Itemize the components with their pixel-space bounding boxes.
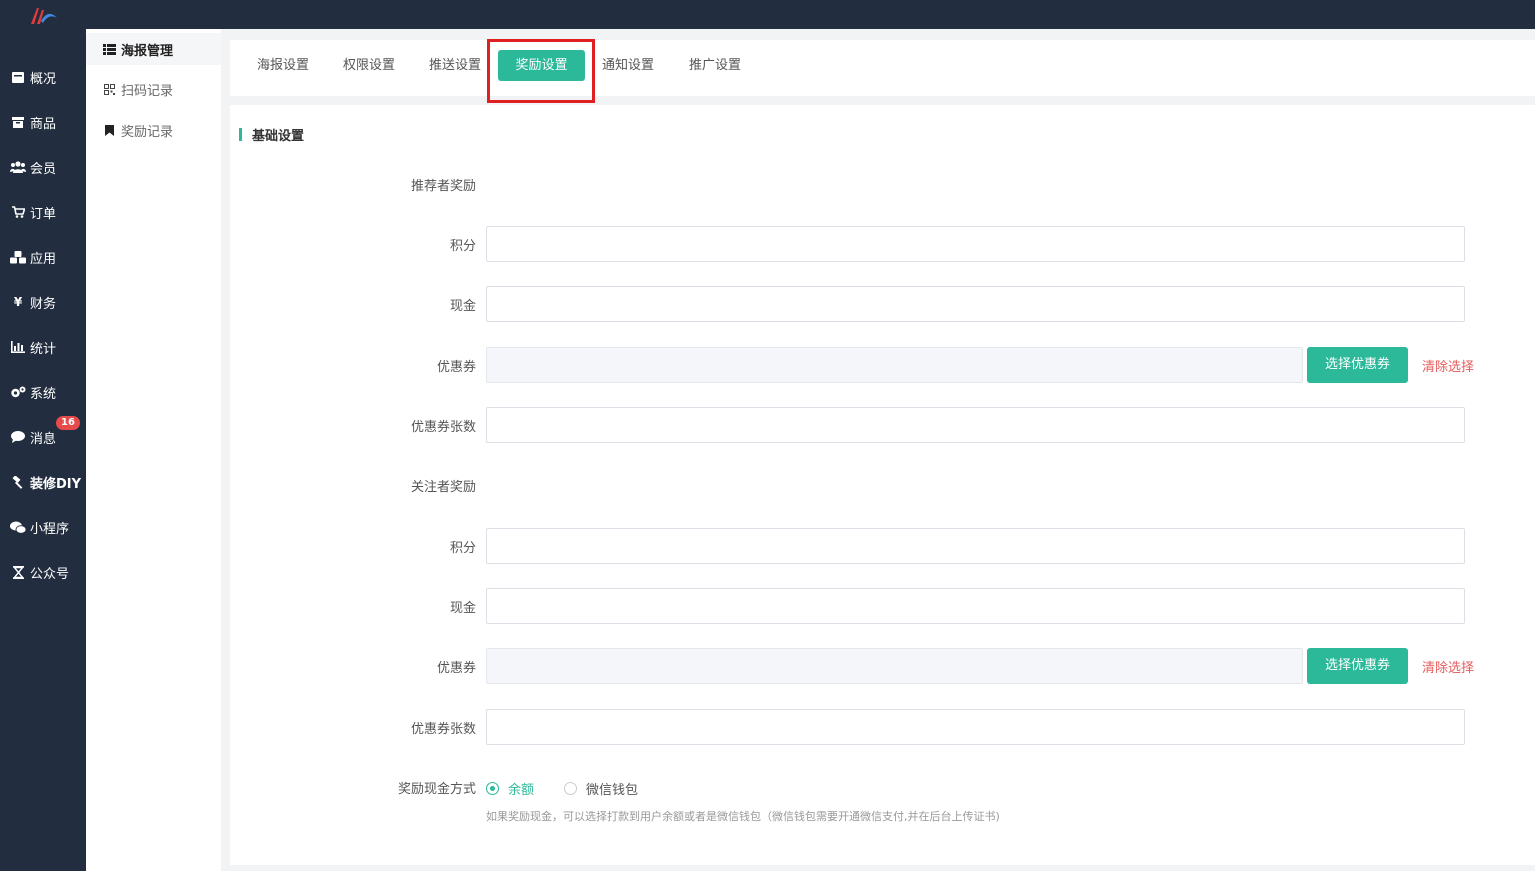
cash-method-wechat-wallet-radio[interactable]: 微信钱包	[564, 779, 638, 798]
subnav-label: 扫码记录	[121, 83, 174, 99]
tab-promotion-settings[interactable]: 推广设置	[682, 50, 748, 81]
referrer-points-label: 积分	[449, 239, 476, 254]
referrer-clear-selection-link[interactable]: 清除选择	[1422, 356, 1474, 375]
nav-label-member: 会员	[30, 161, 57, 177]
referrer-cash-input[interactable]	[486, 286, 1465, 322]
nav-item-goods[interactable]: 商品	[0, 107, 86, 137]
main-sidebar: 概况 商品 会员 订单 应用 ¥ 财务 统计 系统 消息 16 装修DIY 小程…	[0, 0, 86, 871]
section-title: 基础设置	[239, 127, 304, 144]
follower-select-coupon-button[interactable]: 选择优惠券	[1307, 648, 1408, 684]
radio-unchecked-icon	[564, 782, 577, 795]
follower-clear-selection-link[interactable]: 清除选择	[1422, 657, 1474, 676]
follower-coupon-count-label: 优惠券张数	[410, 722, 476, 737]
tab-push-settings[interactable]: 推送设置	[422, 50, 488, 81]
gears-icon	[10, 385, 26, 399]
cubes-icon	[10, 250, 26, 264]
bar-chart-icon	[10, 340, 26, 354]
nav-label-app: 应用	[30, 251, 57, 267]
referrer-reward-label: 推荐者奖励	[410, 179, 476, 194]
nav-item-stats[interactable]: 统计	[0, 332, 86, 362]
nav-label-finance: 财务	[30, 296, 57, 312]
follower-coupon-count-input[interactable]	[486, 709, 1465, 745]
follower-cash-input[interactable]	[486, 588, 1465, 624]
nav-item-overview[interactable]: 概况	[0, 62, 86, 92]
nav-item-order[interactable]: 订单	[0, 197, 86, 227]
nav-item-diy[interactable]: 装修DIY	[0, 467, 86, 497]
referrer-coupon-label: 优惠券	[436, 360, 476, 375]
nav-label-miniapp: 小程序	[30, 521, 70, 537]
cash-method-balance-radio[interactable]: 余额	[486, 779, 534, 798]
follower-points-input[interactable]	[486, 528, 1465, 564]
top-bar	[0, 0, 1535, 29]
tab-poster-settings[interactable]: 海报设置	[250, 50, 316, 81]
nav-item-app[interactable]: 应用	[0, 242, 86, 272]
referrer-coupon-count-input[interactable]	[486, 407, 1465, 443]
list-icon	[102, 43, 116, 55]
nav-item-official[interactable]: 公众号	[0, 557, 86, 587]
nav-label-system: 系统	[30, 386, 57, 402]
nav-label-order: 订单	[30, 206, 57, 222]
follower-coupon-label: 优惠券	[436, 661, 476, 676]
nav-label-goods: 商品	[30, 116, 57, 132]
reward-settings-form: 基础设置 推荐者奖励 积分 现金 优惠券 选择优惠券 清除选择 优惠券张数 关注…	[230, 105, 1535, 865]
referrer-coupon-input	[486, 347, 1303, 383]
nav-label-official: 公众号	[30, 566, 70, 582]
dashboard-icon	[10, 70, 26, 84]
bookmark-icon	[102, 124, 116, 136]
sub-sidebar: 海报管理 扫码记录 奖励记录	[86, 29, 221, 871]
nav-label-diy: 装修DIY	[30, 476, 82, 492]
users-icon	[10, 160, 26, 174]
cash-method-hint: 如果奖励现金，可以选择打款到用户余额或者是微信钱包（微信钱包需要开通微信支付,并…	[486, 810, 1000, 823]
nav-item-finance[interactable]: ¥ 财务	[0, 287, 86, 317]
nav-label-overview: 概况	[30, 71, 57, 87]
nav-item-system[interactable]: 系统	[0, 377, 86, 407]
nav-label-message: 消息	[30, 431, 57, 447]
referrer-cash-label: 现金	[449, 299, 476, 314]
radio-checked-icon	[486, 782, 499, 795]
cart-icon	[10, 205, 26, 219]
follower-cash-label: 现金	[449, 601, 476, 616]
tab-reward-settings[interactable]: 奖励设置	[498, 50, 585, 81]
subnav-label: 海报管理	[121, 43, 174, 59]
nav-item-message[interactable]: 消息 16	[0, 416, 86, 452]
follower-points-label: 积分	[449, 541, 476, 556]
cash-method-label: 奖励现金方式	[397, 782, 476, 797]
hourglass-icon	[10, 565, 26, 579]
radio-label: 余额	[508, 783, 535, 798]
yen-icon: ¥	[13, 295, 23, 309]
hammer-icon	[10, 475, 26, 489]
subnav-item-scan-records[interactable]: 扫码记录	[86, 73, 221, 105]
subnav-label: 奖励记录	[121, 124, 174, 140]
wechat-icon	[10, 520, 26, 534]
settings-tabs: 海报设置 权限设置 推送设置 奖励设置 通知设置 推广设置	[230, 40, 1535, 96]
radio-label: 微信钱包	[586, 783, 639, 798]
box-icon	[10, 115, 26, 129]
referrer-select-coupon-button[interactable]: 选择优惠券	[1307, 347, 1408, 383]
nav-item-miniapp[interactable]: 小程序	[0, 512, 86, 542]
tab-notification-settings[interactable]: 通知设置	[595, 50, 661, 81]
follower-coupon-input	[486, 648, 1303, 684]
subnav-item-reward-records[interactable]: 奖励记录	[86, 114, 221, 146]
tab-permission-settings[interactable]: 权限设置	[336, 50, 402, 81]
message-count-badge: 16	[56, 416, 80, 430]
qrcode-icon	[102, 83, 116, 95]
chat-icon	[10, 430, 26, 444]
referrer-coupon-count-label: 优惠券张数	[410, 420, 476, 435]
brand-logo	[31, 8, 57, 24]
follower-reward-label: 关注者奖励	[410, 480, 476, 495]
subnav-item-poster-management[interactable]: 海报管理	[86, 33, 221, 65]
referrer-points-input[interactable]	[486, 226, 1465, 262]
nav-item-member[interactable]: 会员	[0, 152, 86, 182]
nav-label-stats: 统计	[30, 341, 57, 357]
